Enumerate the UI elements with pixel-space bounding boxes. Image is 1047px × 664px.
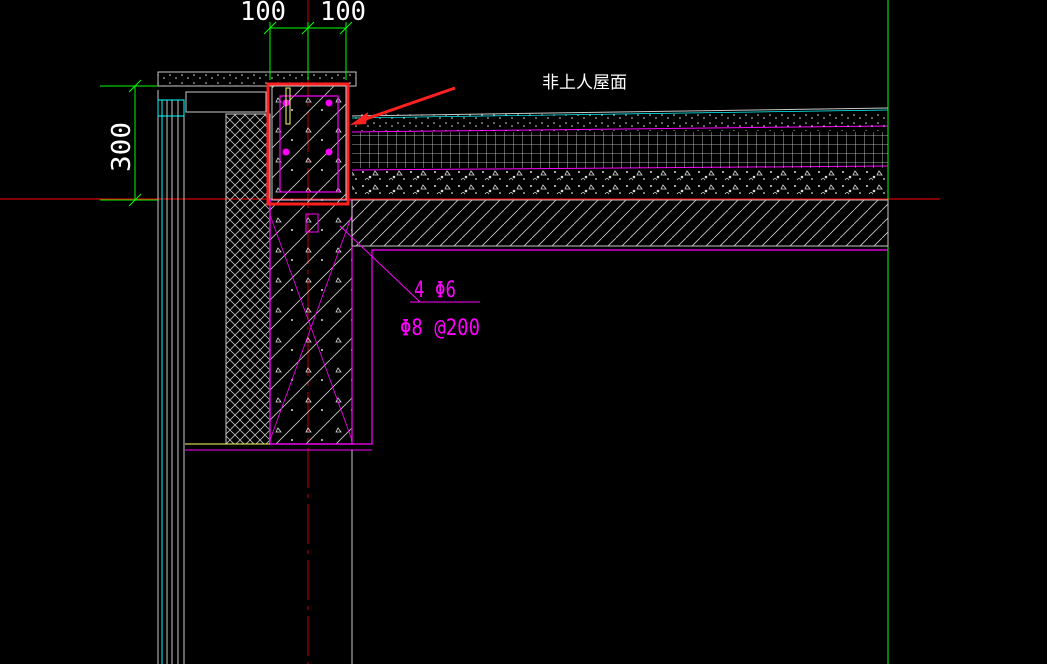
rebar-dot <box>282 148 290 156</box>
rebar-main-label: 4 Φ6 <box>414 278 456 303</box>
roof-insulation <box>352 132 888 168</box>
rebar-dot <box>325 148 333 156</box>
dimension-top <box>263 21 353 80</box>
rebar-dot <box>325 99 333 107</box>
roof-slab <box>351 199 889 247</box>
wall-insulation <box>225 113 271 445</box>
dimension-height-text: 300 <box>107 122 137 172</box>
cad-drawing-canvas[interactable]: 100 100 300 非上人屋面 4 Φ6 Φ8 @200 <box>0 0 1047 664</box>
dimension-top-left-text: 100 <box>240 0 286 27</box>
rebar-stirrup-label: Φ8 @200 <box>400 316 480 341</box>
dimension-top-right-text: 100 <box>320 0 366 27</box>
screed-layer <box>352 170 888 198</box>
roof-label: 非上人屋面 <box>542 73 627 93</box>
